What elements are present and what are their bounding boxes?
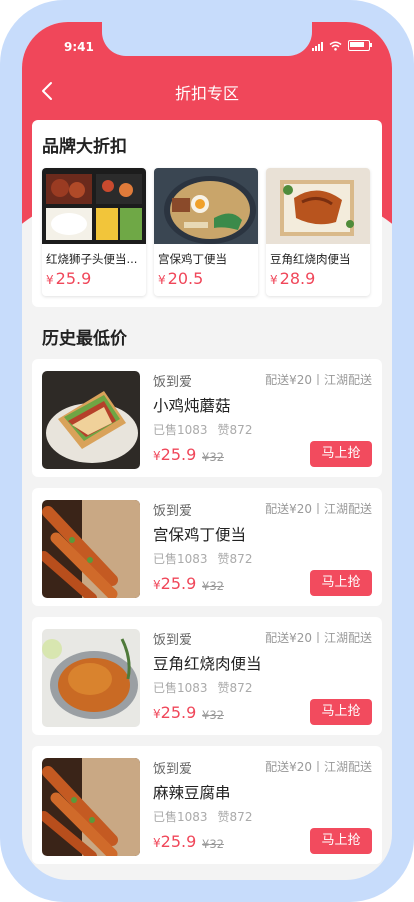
status-bar: 9:41 (22, 22, 392, 66)
wifi-icon (329, 41, 342, 51)
sold-count: 已售1083 (153, 552, 208, 566)
roast-meat-image (266, 168, 370, 244)
cellular-signal-icon (312, 41, 323, 51)
tofu-skewers-image (42, 758, 140, 856)
delivery-info: 配送¥20丨江湖配送 (265, 631, 372, 645)
discount-price: ¥25.9 (153, 832, 197, 851)
list-item[interactable]: 饭到爱 配送¥20丨江湖配送 小鸡炖蘑菇 已售1083 赞872 ¥25.9 ¥3… (32, 359, 382, 477)
sandwich-image (42, 371, 140, 469)
sold-count: 已售1083 (153, 423, 208, 437)
status-icons (312, 40, 372, 51)
food-image (42, 371, 140, 469)
sales-stats: 已售1083 赞872 (153, 421, 252, 438)
roast-chicken-image (42, 629, 140, 727)
sales-stats: 已售1083 赞872 (153, 679, 252, 696)
brand-item-list: 红烧狮子头便当... ¥25.9 宫保鸡丁便当 ¥20.5 豆角红烧肉便当 ¥ … (42, 168, 370, 296)
list-item[interactable]: 饭到爱 配送¥20丨江湖配送 宫保鸡丁便当 已售1083 赞872 ¥25.9 ¥… (32, 488, 382, 606)
original-price: ¥32 (202, 450, 224, 464)
list-item[interactable]: 饭到爱 配送¥20丨江湖配送 麻辣豆腐串 已售1083 赞872 ¥25.9 ¥3… (32, 746, 382, 864)
dish-name: 宫保鸡丁便当 (153, 526, 247, 544)
ramen-bowl-image (154, 168, 258, 244)
like-count: 赞872 (217, 423, 253, 437)
discount-price: ¥25.9 (153, 445, 197, 464)
brand-item-price: ¥28.9 (270, 269, 316, 288)
sales-stats: 已售1083 赞872 (153, 808, 252, 825)
buy-now-button[interactable]: 马上抢 (310, 441, 372, 467)
like-count: 赞872 (217, 552, 253, 566)
food-image (42, 758, 140, 856)
food-image (42, 629, 140, 727)
brand-item[interactable]: 宫保鸡丁便当 ¥20.5 (154, 168, 258, 296)
dish-name: 麻辣豆腐串 (153, 784, 231, 802)
buy-now-button[interactable]: 马上抢 (310, 699, 372, 725)
nav-bar: 折扣专区 (22, 70, 392, 112)
history-section-title: 历史最低价 (42, 329, 127, 349)
status-time: 9:41 (64, 40, 94, 54)
brand-section-title: 品牌大折扣 (42, 137, 127, 157)
brand-discount-card: 品牌大折扣 红烧狮子头便当... ¥25.9 宫保鸡丁便当 ¥ 20.5 豆角红… (32, 120, 382, 307)
discount-price: ¥25.9 (153, 703, 197, 722)
brand-item-price: ¥25.9 (46, 269, 92, 288)
phone-frame: 9:41 折扣专区 品牌大折扣 红烧狮子头便当... ¥ 25.9 宫保鸡丁便当… (0, 0, 414, 902)
sold-count: 已售1083 (153, 810, 208, 824)
discount-price: ¥25.9 (153, 574, 197, 593)
shop-name: 饭到爱 (153, 504, 193, 519)
original-price: ¥32 (202, 708, 224, 722)
dish-name: 豆角红烧肉便当 (153, 655, 262, 673)
app-screen: 9:41 折扣专区 品牌大折扣 红烧狮子头便当... ¥ 25.9 宫保鸡丁便当… (22, 22, 392, 880)
original-price: ¥32 (202, 579, 224, 593)
shop-name: 饭到爱 (153, 375, 193, 390)
delivery-info: 配送¥20丨江湖配送 (265, 760, 372, 774)
battery-icon (348, 40, 372, 51)
bento-box-image (42, 168, 146, 244)
delivery-info: 配送¥20丨江湖配送 (265, 373, 372, 387)
brand-item-price: ¥20.5 (158, 269, 204, 288)
dish-name: 小鸡炖蘑菇 (153, 397, 231, 415)
like-count: 赞872 (217, 681, 253, 695)
shop-name: 饭到爱 (153, 762, 193, 777)
sales-stats: 已售1083 赞872 (153, 550, 252, 567)
buy-now-button[interactable]: 马上抢 (310, 828, 372, 854)
list-item[interactable]: 饭到爱 配送¥20丨江湖配送 豆角红烧肉便当 已售1083 赞872 ¥25.9 … (32, 617, 382, 735)
shop-name: 饭到爱 (153, 633, 193, 648)
delivery-info: 配送¥20丨江湖配送 (265, 502, 372, 516)
skewers-image (42, 500, 140, 598)
brand-item-name: 宫保鸡丁便当 (158, 252, 227, 266)
brand-item-name: 红烧狮子头便当... (46, 252, 138, 266)
buy-now-button[interactable]: 马上抢 (310, 570, 372, 596)
original-price: ¥32 (202, 837, 224, 851)
brand-item[interactable]: 红烧狮子头便当... ¥25.9 (42, 168, 146, 296)
brand-item-name: 豆角红烧肉便当 (270, 252, 351, 266)
food-image (42, 500, 140, 598)
like-count: 赞872 (217, 810, 253, 824)
brand-item[interactable]: 豆角红烧肉便当 ¥28.9 (266, 168, 370, 296)
page-title: 折扣专区 (174, 84, 239, 103)
sold-count: 已售1083 (153, 681, 208, 695)
